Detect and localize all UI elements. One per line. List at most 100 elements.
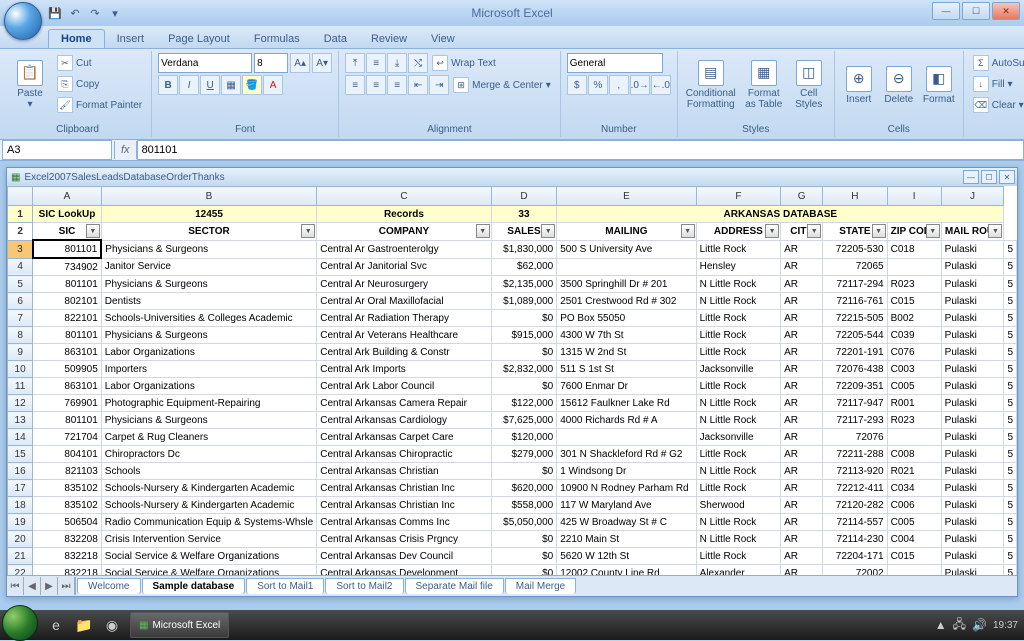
cell[interactable]: Crisis Intervention Service bbox=[101, 531, 316, 548]
cell[interactable]: 5 bbox=[1004, 429, 1017, 446]
cell[interactable]: $2,832,000 bbox=[491, 361, 556, 378]
align-bottom[interactable]: ⤓ bbox=[387, 53, 407, 73]
qat-dropdown[interactable]: ▾ bbox=[106, 4, 124, 22]
fill-color-button[interactable]: 🪣 bbox=[242, 75, 262, 95]
cell[interactable]: Central Ar Radiation Therapy bbox=[317, 310, 492, 327]
cell[interactable]: Little Rock bbox=[696, 344, 780, 361]
row-header[interactable]: 16 bbox=[8, 463, 33, 480]
cell[interactable]: Pulaski bbox=[941, 276, 1004, 293]
cell[interactable]: Little Rock bbox=[696, 310, 780, 327]
formula-input[interactable]: 801101 bbox=[137, 140, 1024, 160]
cell[interactable] bbox=[887, 429, 941, 446]
cut-button[interactable]: ✂Cut bbox=[54, 53, 145, 73]
cell[interactable]: C034 bbox=[887, 480, 941, 497]
cell[interactable]: 72117-947 bbox=[823, 395, 887, 412]
col-header[interactable]: E bbox=[557, 187, 696, 206]
cell[interactable]: 72117-293 bbox=[823, 412, 887, 429]
cell[interactable]: 802101 bbox=[33, 293, 102, 310]
cell[interactable]: AR bbox=[781, 344, 823, 361]
tab-page-layout[interactable]: Page Layout bbox=[156, 30, 242, 48]
tab-view[interactable]: View bbox=[419, 30, 467, 48]
cell[interactable]: AR bbox=[781, 258, 823, 276]
cell[interactable]: PO Box 55050 bbox=[557, 310, 696, 327]
cell[interactable]: 769901 bbox=[33, 395, 102, 412]
cell[interactable]: $0 bbox=[491, 463, 556, 480]
qat-save[interactable]: 💾 bbox=[46, 4, 64, 22]
merge-center-button[interactable]: ⊞Merge & Center▾ bbox=[450, 75, 554, 95]
cell[interactable]: Pulaski bbox=[941, 361, 1004, 378]
cell[interactable]: 821103 bbox=[33, 463, 102, 480]
inc-decimal[interactable]: .0→ bbox=[630, 75, 650, 95]
filter-dropdown-icon[interactable]: ▼ bbox=[807, 224, 821, 238]
cell[interactable]: Hensley bbox=[696, 258, 780, 276]
row-header[interactable]: 2 bbox=[8, 223, 33, 241]
fill-button[interactable]: ↓Fill▾ bbox=[970, 74, 1024, 94]
cell[interactable]: 1315 W 2nd St bbox=[557, 344, 696, 361]
cell[interactable]: $0 bbox=[491, 548, 556, 565]
cell[interactable]: Pulaski bbox=[941, 429, 1004, 446]
cell[interactable]: AR bbox=[781, 276, 823, 293]
cell[interactable]: Central Arkansas Cardiology bbox=[317, 412, 492, 429]
cell[interactable]: Pulaski bbox=[941, 463, 1004, 480]
cell[interactable]: 301 N Shackleford Rd # G2 bbox=[557, 446, 696, 463]
row-header[interactable]: 6 bbox=[8, 293, 33, 310]
cell[interactable]: Little Rock bbox=[696, 548, 780, 565]
align-left[interactable]: ≡ bbox=[345, 75, 365, 95]
filter-header[interactable]: STATE▼ bbox=[823, 223, 887, 241]
cell[interactable]: 72120-282 bbox=[823, 497, 887, 514]
cell[interactable]: AR bbox=[781, 412, 823, 429]
col-header[interactable]: J bbox=[941, 187, 1004, 206]
cell[interactable]: 72201-191 bbox=[823, 344, 887, 361]
cell[interactable]: N Little Rock bbox=[696, 395, 780, 412]
cell[interactable]: Pulaski bbox=[941, 344, 1004, 361]
cell[interactable]: N Little Rock bbox=[696, 293, 780, 310]
row-header[interactable]: 22 bbox=[8, 565, 33, 576]
filter-dropdown-icon[interactable]: ▼ bbox=[301, 224, 315, 238]
cell[interactable]: 72076 bbox=[823, 429, 887, 446]
filter-dropdown-icon[interactable]: ▼ bbox=[681, 224, 695, 238]
cell[interactable]: Schools-Nursery & Kindergarten Academic bbox=[101, 497, 316, 514]
cell[interactable]: Central Arkansas Christian Inc bbox=[317, 497, 492, 514]
cell[interactable]: C003 bbox=[887, 361, 941, 378]
cell[interactable]: 72116-761 bbox=[823, 293, 887, 310]
cell[interactable]: C006 bbox=[887, 497, 941, 514]
cell[interactable]: 863101 bbox=[33, 344, 102, 361]
grow-font-button[interactable]: A▴ bbox=[290, 53, 310, 73]
cell[interactable]: AR bbox=[781, 531, 823, 548]
cell[interactable]: Central Arkansas Development bbox=[317, 565, 492, 576]
cell[interactable]: $5,050,000 bbox=[491, 514, 556, 531]
cell[interactable]: Central Arkansas Christian Inc bbox=[317, 480, 492, 497]
cell[interactable]: Pulaski bbox=[941, 258, 1004, 276]
cell[interactable] bbox=[557, 429, 696, 446]
filter-header[interactable]: MAIL ROUT▼ bbox=[941, 223, 1004, 241]
cell[interactable]: Alexander bbox=[696, 565, 780, 576]
comma-button[interactable]: , bbox=[609, 75, 629, 95]
cell[interactable]: 5 bbox=[1004, 548, 1017, 565]
cell[interactable]: 5 bbox=[1004, 514, 1017, 531]
cell[interactable]: B002 bbox=[887, 310, 941, 327]
cell[interactable]: $62,000 bbox=[491, 258, 556, 276]
cell[interactable]: Central Ar Veterans Healthcare bbox=[317, 327, 492, 344]
cell[interactable]: 4300 W 7th St bbox=[557, 327, 696, 344]
cell[interactable]: 5 bbox=[1004, 361, 1017, 378]
cell[interactable]: 72114-557 bbox=[823, 514, 887, 531]
align-middle[interactable]: ≡ bbox=[366, 53, 386, 73]
wrap-text-button[interactable]: ↩Wrap Text bbox=[429, 53, 499, 73]
sheet-tab[interactable]: Separate Mail file bbox=[405, 578, 504, 594]
cell[interactable]: Photographic Equipment-Repairing bbox=[101, 395, 316, 412]
cell[interactable]: Schools-Nursery & Kindergarten Academic bbox=[101, 480, 316, 497]
percent-button[interactable]: % bbox=[588, 75, 608, 95]
cell[interactable]: $120,000 bbox=[491, 429, 556, 446]
cell[interactable]: Social Service & Welfare Organizations bbox=[101, 565, 316, 576]
cell[interactable]: Central Ark Labor Council bbox=[317, 378, 492, 395]
filter-header[interactable]: SECTOR▼ bbox=[101, 223, 316, 241]
cell[interactable]: 2501 Crestwood Rd # 302 bbox=[557, 293, 696, 310]
cell[interactable]: C015 bbox=[887, 548, 941, 565]
cell[interactable]: Central Ar Gastroenterolgy bbox=[317, 240, 492, 258]
cell[interactable]: 72002 bbox=[823, 565, 887, 576]
cell[interactable]: 5 bbox=[1004, 378, 1017, 395]
spreadsheet-grid[interactable]: ABCDEFGHIJ1SIC LookUp12455Records33ARKAN… bbox=[7, 186, 1017, 575]
cell[interactable]: 5 bbox=[1004, 258, 1017, 276]
cell[interactable]: 5 bbox=[1004, 276, 1017, 293]
name-box[interactable]: A3 bbox=[2, 140, 112, 160]
